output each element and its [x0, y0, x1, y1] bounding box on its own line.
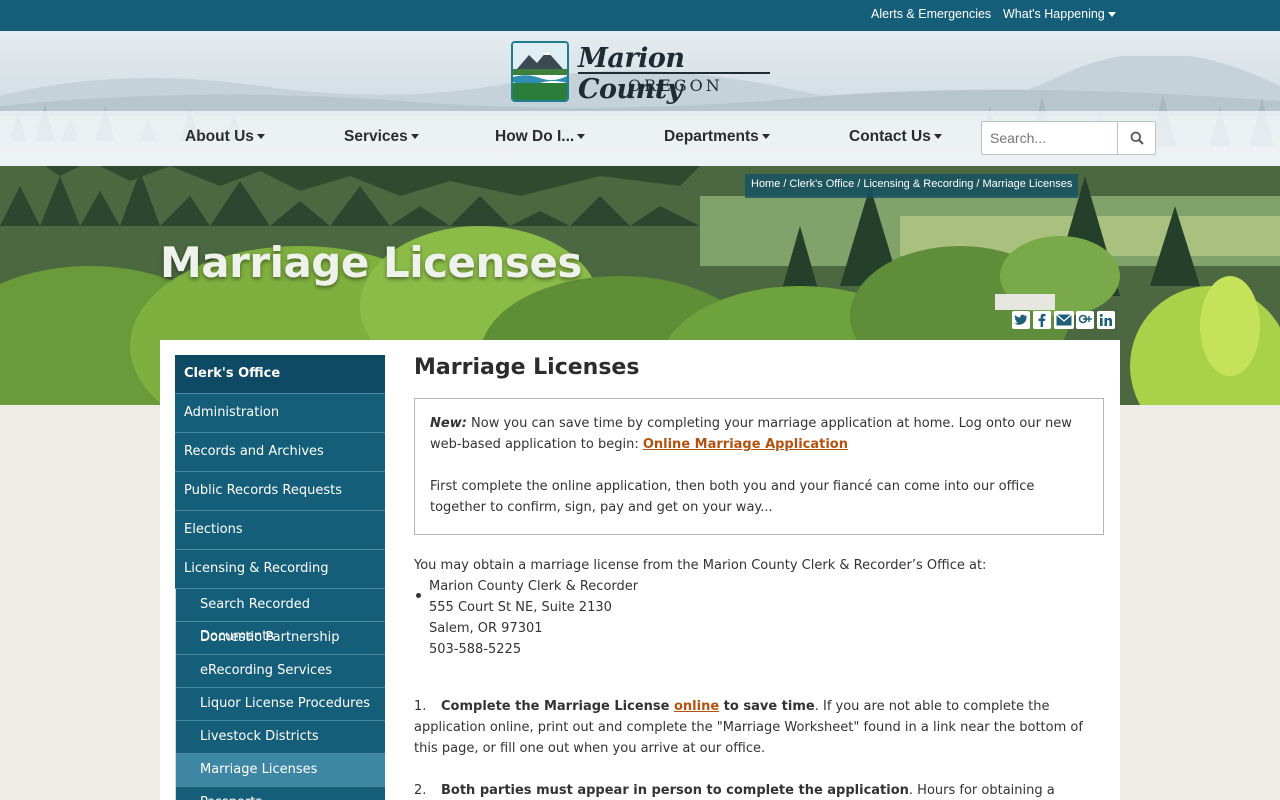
- sidebar-subitem-marriage-licenses[interactable]: Marriage Licenses: [176, 754, 385, 787]
- online-link[interactable]: online: [674, 699, 719, 714]
- nav-about-us-label: About Us: [185, 128, 254, 145]
- sidebar-subitem-liquor-license-procedures[interactable]: Liquor License Procedures: [176, 688, 385, 721]
- logo-divider: [578, 72, 770, 74]
- intro-text: You may obtain a marriage license from t…: [414, 558, 987, 573]
- sidebar-subitem-domestic-partnership[interactable]: Domestic Partnership: [176, 622, 385, 655]
- sidebar-item-licensing-recording[interactable]: Licensing & Recording: [175, 550, 385, 589]
- office-address: Marion County Clerk & Recorder 555 Court…: [429, 576, 638, 660]
- hero-title: Marriage Licenses: [160, 238, 582, 287]
- nav-contact-us-label: Contact Us: [849, 128, 931, 145]
- nav-contact-us[interactable]: Contact Us: [849, 128, 942, 146]
- notice-paragraph-2: First complete the online application, t…: [430, 479, 1035, 515]
- logo-state: OREGON: [628, 76, 723, 95]
- nav-how-do-i-label: How Do I...: [495, 128, 575, 145]
- notice-box: New: Now you can save time by completing…: [414, 398, 1104, 535]
- step-1-number: 1.: [414, 699, 427, 714]
- breadcrumb-licensing-recording[interactable]: Licensing & Recording: [863, 178, 973, 190]
- nav-services[interactable]: Services: [344, 128, 419, 146]
- address-line-city: Salem, OR 97301: [429, 621, 543, 636]
- twitter-icon[interactable]: [1012, 311, 1030, 329]
- linkedin-icon[interactable]: [1097, 311, 1115, 329]
- nav-departments-label: Departments: [664, 128, 759, 145]
- logo-county-name: Marion County: [578, 43, 685, 105]
- step-1-bold-2: to save time: [719, 699, 815, 714]
- sidebar-item-records-archives[interactable]: Records and Archives: [175, 433, 385, 472]
- caret-down-icon: [1107, 12, 1116, 18]
- step-1: 1. Complete the Marriage License online t…: [414, 696, 1104, 759]
- sidebar-subitem-search-recorded-documents[interactable]: Search Recorded Documents: [176, 589, 385, 644]
- whats-happening-menu[interactable]: What's Happening: [1003, 7, 1116, 21]
- nav-departments[interactable]: Departments: [664, 128, 770, 146]
- step-2: 2. Both parties must appear in person to …: [414, 780, 1104, 800]
- breadcrumb-current: Marriage Licenses: [982, 178, 1073, 190]
- google-plus-icon[interactable]: [1076, 311, 1094, 329]
- sidebar-item-elections[interactable]: Elections: [175, 511, 385, 550]
- sidebar-header-clerks-office[interactable]: Clerk's Office: [175, 355, 385, 394]
- bullet-icon: [416, 593, 421, 598]
- sidebar-subitem-erecording-services[interactable]: eRecording Services: [176, 655, 385, 688]
- nav-about-us[interactable]: About Us: [185, 128, 265, 146]
- page-title: Marriage Licenses: [414, 355, 640, 380]
- search-button[interactable]: [1117, 122, 1155, 154]
- sidebar-subgroup: Search Recorded Documents Domestic Partn…: [175, 589, 385, 800]
- nav-how-do-i[interactable]: How Do I...: [495, 128, 586, 146]
- sidebar-nav: Clerk's Office Administration Records an…: [175, 355, 385, 800]
- sidebar-subitem-livestock-districts[interactable]: Livestock Districts: [176, 721, 385, 754]
- breadcrumb: Home / Clerk's Office / Licensing & Recordin…: [745, 174, 1079, 198]
- step-1-bold-1: Complete the Marriage License: [441, 699, 674, 714]
- notice-new-label: New:: [430, 416, 467, 431]
- whats-happening-label: What's Happening: [1003, 7, 1105, 21]
- step-2-bold: Both parties must appear in person to co…: [441, 783, 909, 798]
- email-icon[interactable]: [1054, 311, 1074, 329]
- address-line-street: 555 Court St NE, Suite 2130: [429, 600, 612, 615]
- caret-down-icon: [577, 134, 586, 140]
- notice-paragraph-1: New: Now you can save time by completing…: [430, 413, 1087, 455]
- caret-down-icon: [933, 134, 942, 140]
- caret-down-icon: [256, 134, 265, 140]
- sidebar-item-administration[interactable]: Administration: [175, 394, 385, 433]
- alerts-link[interactable]: Alerts & Emergencies: [871, 7, 991, 21]
- county-badge-icon: [511, 41, 569, 102]
- caret-down-icon: [761, 134, 770, 140]
- breadcrumb-clerks-office[interactable]: Clerk's Office: [789, 178, 854, 190]
- nav-services-label: Services: [344, 128, 408, 145]
- site-search: [981, 121, 1156, 155]
- breadcrumb-home[interactable]: Home: [751, 178, 780, 190]
- sidebar-item-public-records-requests[interactable]: Public Records Requests: [175, 472, 385, 511]
- site-logo[interactable]: Marion County OREGON: [511, 41, 771, 105]
- address-line-phone: 503-588-5225: [429, 642, 522, 657]
- search-input[interactable]: [982, 122, 1118, 154]
- search-icon: [1130, 131, 1144, 145]
- sidebar-subitem-passports[interactable]: Passports: [176, 787, 385, 800]
- step-2-number: 2.: [414, 783, 427, 798]
- address-line-name: Marion County Clerk & Recorder: [429, 579, 639, 594]
- top-utility-bar: Alerts & Emergencies What's Happening: [0, 0, 1280, 31]
- caret-down-icon: [410, 134, 419, 140]
- facebook-icon[interactable]: [1033, 311, 1051, 329]
- online-marriage-application-link[interactable]: Online Marriage Application: [643, 437, 848, 452]
